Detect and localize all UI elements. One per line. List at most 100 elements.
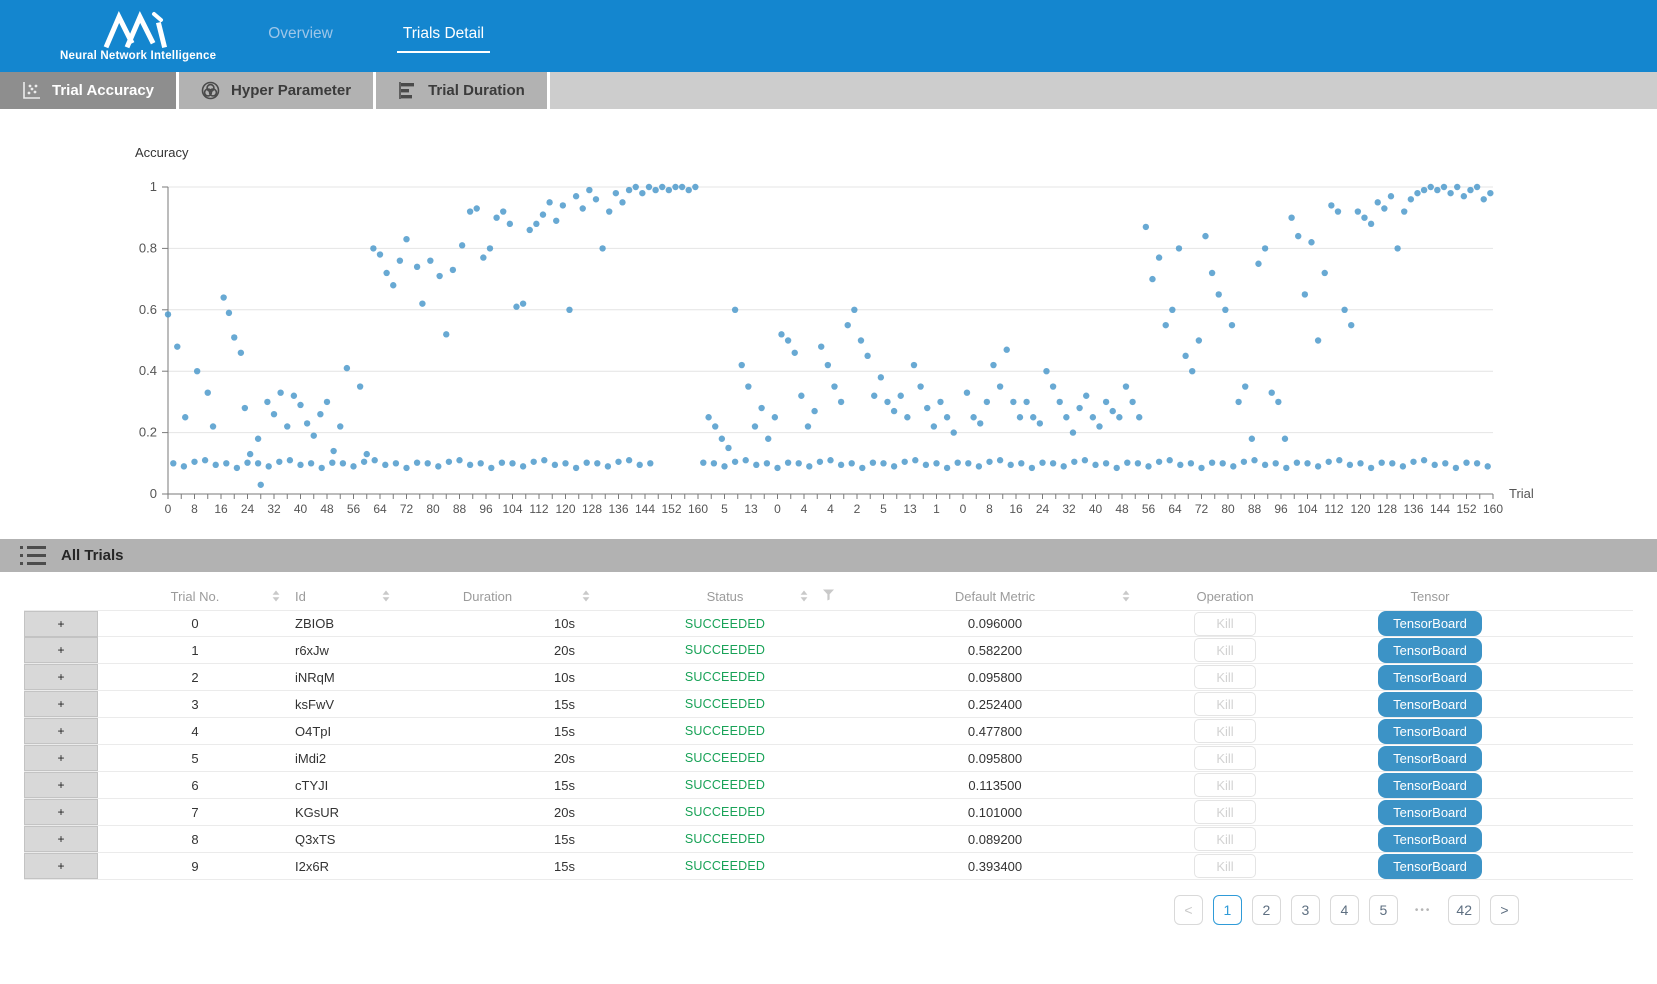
x-tick-label: 1 xyxy=(933,502,940,516)
tensorboard-button[interactable]: TensorBoard xyxy=(1378,746,1482,771)
scatter-point xyxy=(1461,193,1467,199)
scatter-point xyxy=(1273,460,1279,466)
expand-row-button[interactable]: + xyxy=(24,772,98,798)
x-tick-label: 13 xyxy=(744,502,758,516)
tensorboard-button[interactable]: TensorBoard xyxy=(1378,854,1482,879)
scatter-point xyxy=(1198,465,1204,471)
expand-row-button[interactable]: + xyxy=(24,718,98,744)
scatter-point xyxy=(878,374,884,380)
page-button-5[interactable]: 5 xyxy=(1369,895,1398,925)
x-tick-label: 120 xyxy=(555,502,575,516)
scatter-point xyxy=(1116,414,1122,420)
kill-button[interactable]: Kill xyxy=(1194,773,1256,797)
cell-filler xyxy=(1550,826,1633,852)
page-button-3[interactable]: 3 xyxy=(1291,895,1320,925)
expand-row-button[interactable]: + xyxy=(24,745,98,771)
page-button-1[interactable]: 1 xyxy=(1213,895,1242,925)
sort-icon[interactable] xyxy=(382,591,390,602)
tab-trial-accuracy[interactable]: Trial Accuracy xyxy=(0,72,176,109)
scatter-point xyxy=(390,282,396,288)
col-header-duration[interactable]: Duration xyxy=(400,582,600,610)
cell-operation: Kill xyxy=(1140,691,1310,717)
expand-row-button[interactable]: + xyxy=(24,664,98,690)
scatter-point xyxy=(1061,463,1067,469)
tab-trial-duration[interactable]: Trial Duration xyxy=(376,72,547,109)
scatter-point xyxy=(831,383,837,389)
tensorboard-button[interactable]: TensorBoard xyxy=(1378,719,1482,744)
expand-row-button[interactable]: + xyxy=(24,637,98,663)
tensorboard-button[interactable]: TensorBoard xyxy=(1378,638,1482,663)
scatter-point xyxy=(626,187,632,193)
cell-operation: Kill xyxy=(1140,826,1310,852)
table-row: +0ZBIOB10sSUCCEEDED0.096000KillTensorBoa… xyxy=(24,610,1633,637)
scatter-point xyxy=(752,423,758,429)
scatter-point xyxy=(210,423,216,429)
nav-item-overview[interactable]: Overview xyxy=(262,19,339,53)
expand-row-button[interactable]: + xyxy=(24,826,98,852)
cell-trial-no: 6 xyxy=(100,772,290,798)
tensorboard-button[interactable]: TensorBoard xyxy=(1378,773,1482,798)
tensorboard-button[interactable]: TensorBoard xyxy=(1378,800,1482,825)
expand-row-button[interactable]: + xyxy=(24,691,98,717)
scatter-point xyxy=(560,202,566,208)
cell-filler xyxy=(1550,745,1633,771)
scatter-point xyxy=(976,463,982,469)
kill-button[interactable]: Kill xyxy=(1194,854,1256,878)
kill-button[interactable]: Kill xyxy=(1194,746,1256,770)
sort-icon[interactable] xyxy=(582,591,590,602)
scatter-point xyxy=(817,459,823,465)
col-header-trial_no[interactable]: Trial No. xyxy=(100,582,290,610)
tab-hyper-parameter[interactable]: Hyper Parameter xyxy=(179,72,373,109)
kill-button[interactable]: Kill xyxy=(1194,800,1256,824)
page-button-42[interactable]: 42 xyxy=(1448,895,1480,925)
tensorboard-button[interactable]: TensorBoard xyxy=(1378,611,1482,636)
kill-button[interactable]: Kill xyxy=(1194,719,1256,743)
tensorboard-button[interactable]: TensorBoard xyxy=(1378,827,1482,852)
cell-operation: Kill xyxy=(1140,799,1310,825)
kill-button[interactable]: Kill xyxy=(1194,612,1256,636)
page-button-4[interactable]: 4 xyxy=(1330,895,1359,925)
expand-row-button[interactable]: + xyxy=(24,853,98,879)
x-tick-label: 0 xyxy=(165,502,172,516)
col-header-status[interactable]: Status xyxy=(600,582,850,610)
kill-button[interactable]: Kill xyxy=(1194,665,1256,689)
cell-tensor: TensorBoard xyxy=(1310,718,1550,744)
expand-row-button[interactable]: + xyxy=(24,611,98,637)
page-prev-button[interactable]: < xyxy=(1174,895,1203,925)
expand-row-button[interactable]: + xyxy=(24,799,98,825)
status-badge: SUCCEEDED xyxy=(685,670,765,684)
scatter-point xyxy=(594,460,600,466)
page-button-2[interactable]: 2 xyxy=(1252,895,1281,925)
sort-icon[interactable] xyxy=(800,591,808,602)
nav-item-trials-detail[interactable]: Trials Detail xyxy=(397,19,490,53)
scatter-point xyxy=(586,187,592,193)
scatter-point xyxy=(1124,459,1130,465)
x-tick-label: 112 xyxy=(1324,502,1343,516)
scatter-point xyxy=(324,399,330,405)
col-header-id[interactable]: Id xyxy=(290,582,400,610)
col-header-default_metric[interactable]: Default Metric xyxy=(850,582,1140,610)
cell-duration: 15s xyxy=(400,691,600,717)
scatter-point xyxy=(1177,462,1183,468)
x-tick-label: 88 xyxy=(1248,502,1262,516)
scatter-point xyxy=(382,462,388,468)
kill-button[interactable]: Kill xyxy=(1194,692,1256,716)
cell-status: SUCCEEDED xyxy=(600,611,850,636)
tensorboard-button[interactable]: TensorBoard xyxy=(1378,692,1482,717)
sort-icon[interactable] xyxy=(272,591,280,602)
kill-button[interactable]: Kill xyxy=(1194,638,1256,662)
scatter-point xyxy=(1336,457,1342,463)
scatter-point xyxy=(456,457,462,463)
page-next-button[interactable]: > xyxy=(1490,895,1519,925)
table-row: +7KGsUR20sSUCCEEDED0.101000KillTensorBoa… xyxy=(24,799,1633,826)
tensorboard-button[interactable]: TensorBoard xyxy=(1378,665,1482,690)
cell-status: SUCCEEDED xyxy=(600,853,850,879)
scatter-point xyxy=(743,457,749,463)
scatter-point xyxy=(414,459,420,465)
cell-tensor: TensorBoard xyxy=(1310,664,1550,690)
sort-icon[interactable] xyxy=(1122,591,1130,602)
filter-icon[interactable] xyxy=(823,589,834,604)
kill-button[interactable]: Kill xyxy=(1194,827,1256,851)
cell-operation: Kill xyxy=(1140,745,1310,771)
accuracy-scatter-chart[interactable]: 00.20.40.60.8108162432404856647280889610… xyxy=(0,109,1657,533)
